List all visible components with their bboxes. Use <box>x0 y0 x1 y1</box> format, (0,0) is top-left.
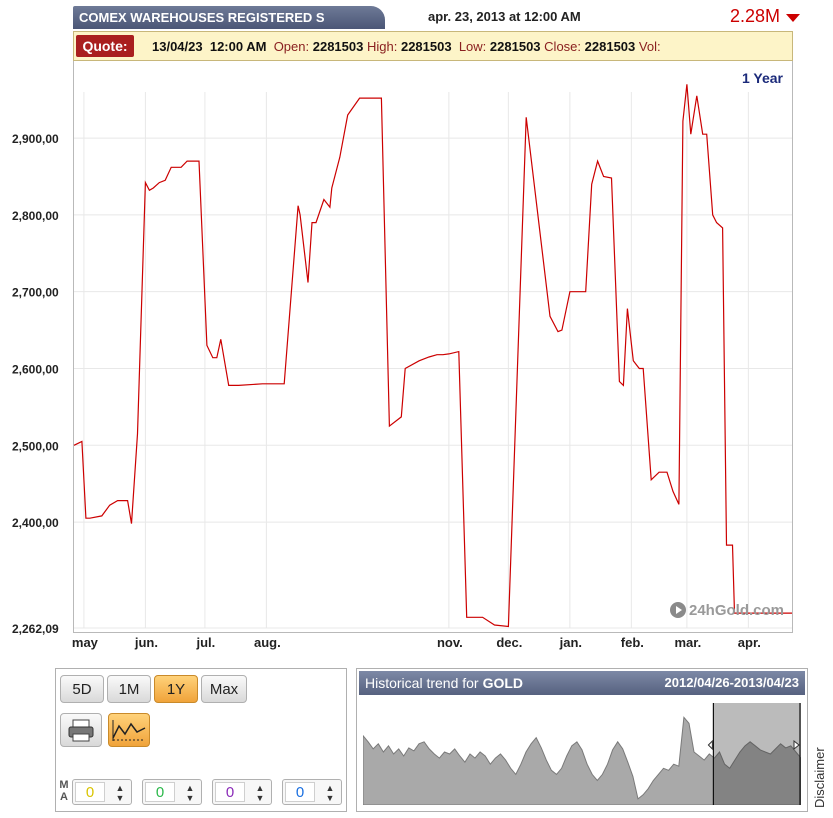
range-button-5d[interactable]: 5D <box>60 675 104 703</box>
range-button-1m[interactable]: 1M <box>107 675 151 703</box>
range-button-1y[interactable]: 1Y <box>154 675 198 703</box>
ma-label-a: A <box>60 791 68 803</box>
print-button[interactable] <box>60 713 102 747</box>
x-tick-label: may <box>72 635 99 650</box>
logo-text: 24hGold.com <box>689 602 785 619</box>
trend-line-icon <box>112 720 146 741</box>
spin-arrows-icon[interactable]: ▲ ▼ <box>253 783 267 803</box>
historical-window <box>713 703 801 805</box>
x-tick-label: jul. <box>196 635 216 650</box>
ma-value-3[interactable]: 0 <box>215 782 245 802</box>
y-tick-label: 2,600,00 <box>12 362 59 376</box>
x-tick-label: nov. <box>437 635 463 650</box>
historical-title-text: Historical trend for <box>365 675 479 691</box>
ma-label: MA <box>58 779 70 803</box>
historical-trend-chart[interactable] <box>363 703 801 805</box>
ma-stepper-1[interactable]: 0 ▲ ▼ <box>72 779 132 805</box>
y-tick-label: 2,500,00 <box>12 439 59 453</box>
price-chart[interactable]: 2,262,09 2,400,00 2,500,00 2,600,00 2,700,00… <box>0 0 833 660</box>
x-tick-label: aug. <box>254 635 281 650</box>
historical-trend-panel: Historical trend for GOLD 2012/04/26-2013… <box>356 668 808 812</box>
y-tick-label: 2,262,09 <box>12 622 59 636</box>
spin-arrows-icon[interactable]: ▲ ▼ <box>113 783 127 803</box>
ma-value-4[interactable]: 0 <box>285 782 315 802</box>
range-button-max[interactable]: Max <box>201 675 247 703</box>
ma-stepper-4[interactable]: 0 ▲ ▼ <box>282 779 342 805</box>
series-line <box>73 84 792 628</box>
x-tick-label: jun. <box>134 635 158 650</box>
ma-label-m: M <box>59 779 69 791</box>
x-tick-label: dec. <box>496 635 522 650</box>
ma-stepper-2[interactable]: 0 ▲ ▼ <box>142 779 202 805</box>
spin-arrows-icon[interactable]: ▲ ▼ <box>323 783 337 803</box>
x-tick-label: mar. <box>675 635 702 650</box>
ma-value-2[interactable]: 0 <box>145 782 175 802</box>
trend-tool-button[interactable] <box>108 713 150 747</box>
historical-symbol: GOLD <box>482 675 524 691</box>
disclaimer-link[interactable]: Disclaimer <box>812 747 827 808</box>
site-logo: 24hGold.com <box>670 602 784 619</box>
y-tick-label: 2,400,00 <box>12 516 59 530</box>
printer-icon <box>68 719 94 742</box>
y-tick-label: 2,800,00 <box>12 209 59 223</box>
ma-value-1[interactable]: 0 <box>75 782 105 802</box>
spin-arrows-icon[interactable]: ▲ ▼ <box>183 783 197 803</box>
historical-range: 2012/04/26-2013/04/23 <box>664 675 799 690</box>
play-icon <box>670 602 686 618</box>
x-tick-label: feb. <box>621 635 644 650</box>
historical-trend-title: Historical trend for GOLD <box>365 671 523 695</box>
x-tick-label: jan. <box>559 635 582 650</box>
y-tick-label: 2,900,00 <box>12 132 59 146</box>
historical-trend-header: Historical trend for GOLD 2012/04/26-2013… <box>359 671 805 695</box>
chart-controls: 5D 1M 1Y Max MA 0 ▲ ▼ 0 ▲ ▼ 0 ▲ ▼ 0 ▲ ▼ <box>55 668 347 812</box>
x-tick-label: apr. <box>738 635 761 650</box>
ma-stepper-3[interactable]: 0 ▲ ▼ <box>212 779 272 805</box>
y-tick-label: 2,700,00 <box>12 286 59 300</box>
